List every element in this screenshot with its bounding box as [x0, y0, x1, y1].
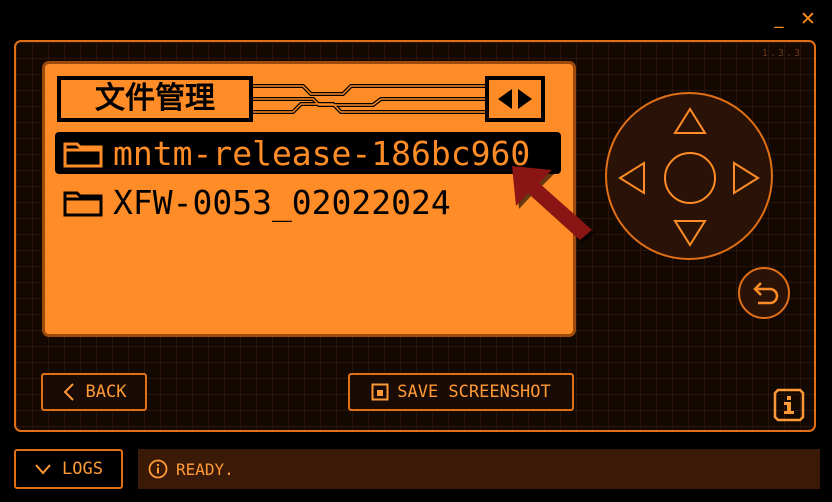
dpad-left-icon[interactable] — [617, 160, 647, 196]
dpad-center[interactable] — [663, 151, 717, 205]
dpad-up-icon[interactable] — [672, 106, 708, 136]
close-button[interactable]: ✕ — [797, 8, 819, 30]
return-icon — [753, 282, 779, 305]
device-panel: 1.3.3 文件管理 mntm-release-186bc960 XFW-005… — [14, 40, 816, 432]
file-name: XFW-0053_02022024 — [113, 182, 451, 222]
status-text: READY. — [176, 459, 234, 479]
minimize-button[interactable]: _ — [768, 8, 790, 30]
file-row-selected[interactable]: mntm-release-186bc960 — [55, 132, 561, 174]
circuit-decoration-icon — [253, 84, 485, 114]
info-icon[interactable] — [773, 388, 805, 422]
dpad-right-icon[interactable] — [731, 160, 761, 196]
save-icon — [371, 383, 389, 401]
save-label: SAVE SCREENSHOT — [397, 382, 551, 402]
dpad-down-icon[interactable] — [672, 218, 708, 248]
folder-icon — [63, 142, 103, 168]
chevron-down-icon — [35, 464, 51, 475]
screen-title: 文件管理 — [57, 76, 253, 122]
logs-button[interactable]: LOGS — [14, 449, 123, 489]
triangle-right-icon — [518, 89, 532, 109]
file-row[interactable]: XFW-0053_02022024 — [55, 181, 561, 223]
back-button[interactable]: BACK — [41, 373, 147, 411]
folder-icon — [63, 191, 103, 217]
file-name: mntm-release-186bc960 — [113, 133, 531, 173]
info-icon — [148, 459, 168, 479]
chevron-left-icon — [63, 383, 74, 401]
save-screenshot-button[interactable]: SAVE SCREENSHOT — [348, 373, 574, 411]
status-bar: READY. — [138, 449, 820, 489]
return-button[interactable] — [738, 267, 790, 319]
device-screen: 文件管理 mntm-release-186bc960 XFW-0053_0202… — [42, 61, 576, 337]
navigation-arrows — [485, 76, 545, 122]
dpad — [605, 92, 773, 260]
app-window: _ ✕ 1.3.3 文件管理 mntm-release-186bc960 XFW… — [0, 0, 832, 502]
triangle-left-icon — [498, 89, 512, 109]
logs-label: LOGS — [62, 459, 103, 479]
version-label: 1.3.3 — [761, 48, 802, 59]
back-label: BACK — [85, 382, 127, 402]
annotation-arrow-icon — [512, 166, 595, 243]
